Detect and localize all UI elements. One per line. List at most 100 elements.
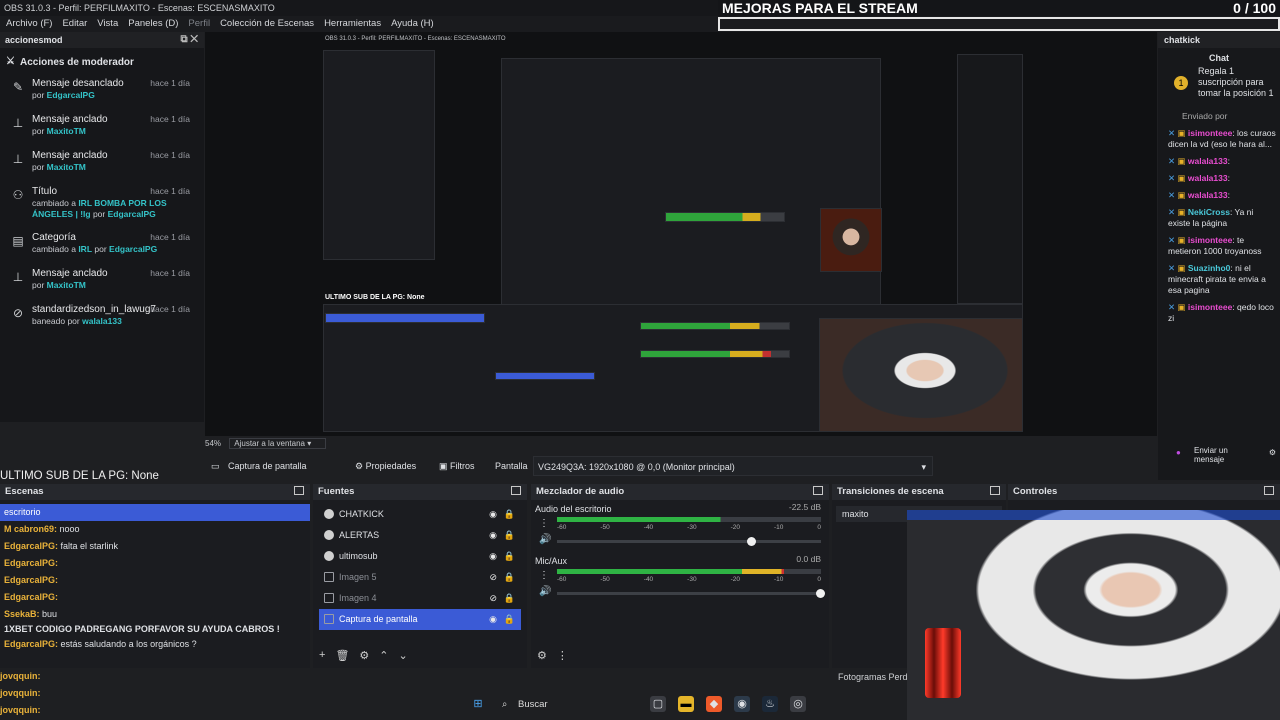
lock-icon[interactable]: 🔒: [504, 567, 515, 588]
source-item[interactable]: Imagen 4 ⊘ 🔒: [319, 588, 521, 609]
gear-icon[interactable]: ⚙: [359, 649, 369, 662]
task-view-icon[interactable]: ▢: [650, 696, 666, 712]
mod-action-user[interactable]: MaxitoTM: [47, 280, 86, 290]
stream-goal-count: 0 / 100: [1233, 0, 1276, 16]
popout-icon[interactable]: [1264, 486, 1274, 495]
scene-item[interactable]: EdgarcalPG: falta el starlink: [0, 538, 310, 555]
chat-username[interactable]: walala133: [1188, 173, 1228, 183]
move-down-icon[interactable]: ⌄: [399, 649, 408, 662]
menu-vista[interactable]: Vista: [93, 16, 124, 32]
add-icon[interactable]: +: [319, 649, 325, 662]
lock-icon[interactable]: 🔒: [504, 588, 515, 609]
chat-username[interactable]: NekiCross: [1188, 207, 1230, 217]
source-item[interactable]: ALERTAS ◉ 🔒: [319, 525, 521, 546]
gear-icon[interactable]: ⚙: [537, 649, 547, 662]
scene-item[interactable]: M cabron69: nooo: [0, 521, 310, 538]
popout-icon[interactable]: [511, 486, 521, 495]
taskbar: ⊞ ⌕ Buscar ▢ ▬ ◆ ◉ ♨ ◎: [470, 690, 830, 720]
volume-knob[interactable]: [815, 589, 825, 598]
trash-icon[interactable]: 🗑: [335, 649, 349, 662]
popout-icon[interactable]: [990, 486, 1000, 495]
obs-icon[interactable]: ◎: [790, 696, 806, 712]
mod-action-user[interactable]: EdgarcalPG: [109, 244, 157, 254]
windows-start-icon[interactable]: ⊞: [470, 696, 486, 712]
lock-icon[interactable]: 🔒: [504, 525, 515, 546]
volume-slider[interactable]: [557, 589, 825, 598]
source-name: Imagen 5: [339, 572, 377, 582]
scene-item[interactable]: EdgarcalPG:: [0, 572, 310, 589]
eye-icon[interactable]: ◉: [489, 546, 497, 567]
eye-icon[interactable]: ◉: [489, 504, 497, 525]
chrome-icon[interactable]: ◉: [734, 696, 750, 712]
chat-username[interactable]: Suazinho0: [1188, 263, 1231, 273]
lock-icon[interactable]: 🔒: [504, 609, 515, 630]
lock-icon[interactable]: 🔒: [504, 504, 515, 525]
folder-icon[interactable]: ▬: [678, 696, 694, 712]
source-item[interactable]: Captura de pantalla ◉ 🔒: [319, 609, 521, 630]
gift-banner[interactable]: 1 Regala 1 suscripción para tomar la pos…: [1158, 66, 1280, 108]
dock-buttons[interactable]: ⧉ ✕: [180, 32, 198, 48]
speaker-icon[interactable]: 🔊: [539, 534, 551, 545]
menu-ayuda[interactable]: Ayuda (H): [387, 16, 440, 32]
more-icon[interactable]: ⋮: [557, 649, 568, 662]
monitor-select[interactable]: VG249Q3A: 1920x1080 @ 0,0 (Monitor princ…: [533, 456, 933, 476]
emote-icon[interactable]: ●: [1176, 448, 1181, 457]
chat-username[interactable]: walala133: [1188, 156, 1228, 166]
scene-item[interactable]: EdgarcalPG:: [0, 589, 310, 606]
eye-icon[interactable]: ◉: [489, 609, 497, 630]
steam-icon[interactable]: ♨: [762, 696, 778, 712]
brave-icon[interactable]: ◆: [706, 696, 722, 712]
mod-action-user[interactable]: MaxitoTM: [47, 126, 86, 136]
preview-canvas[interactable]: OBS 31.0.3 - Perfil: PERFILMAXITO - Esce…: [205, 32, 1157, 436]
stream-goal-title: MEJORAS PARA EL STREAM: [722, 0, 918, 16]
pin-icon: ⊥: [12, 116, 24, 130]
users-icon: ⚇: [12, 188, 24, 202]
filters-button[interactable]: ▣ Filtros: [439, 456, 475, 476]
speaker-icon[interactable]: 🔊: [539, 586, 551, 597]
source-item[interactable]: CHATKICK ◉ 🔒: [319, 504, 521, 525]
chat-username[interactable]: walala133: [1188, 190, 1228, 200]
menu-perfil[interactable]: Perfil: [184, 16, 216, 32]
menu-paneles[interactable]: Paneles (D): [124, 16, 184, 32]
chat-input[interactable]: ● Enviar un mensaje ⚙: [1158, 446, 1280, 472]
settings-icon[interactable]: ⚙: [1269, 448, 1276, 457]
volume-knob[interactable]: [747, 537, 757, 546]
popout-icon[interactable]: [294, 486, 304, 495]
mod-action-user[interactable]: EdgarcalPG: [108, 209, 156, 219]
scene-item[interactable]: escritorio: [0, 504, 310, 521]
source-item[interactable]: Imagen 5 ⊘ 🔒: [319, 567, 521, 588]
chat-username[interactable]: isimonteee: [1188, 235, 1232, 245]
scene-item[interactable]: EdgarcalPG: estás saludando a los orgáni…: [0, 636, 310, 653]
fit-select[interactable]: Ajustar a la ventana ▾: [229, 438, 327, 449]
source-item[interactable]: ultimosub ◉ 🔒: [319, 546, 521, 567]
menu-herramientas[interactable]: Herramientas: [320, 16, 387, 32]
eye-off-icon[interactable]: ⊘: [489, 567, 497, 588]
kebab-icon[interactable]: ⋮: [539, 570, 549, 581]
viewer-list: jovqquin: jovqquin: jovqquin:: [0, 668, 41, 719]
popout-icon[interactable]: [813, 486, 823, 495]
menu-editar[interactable]: Editar: [58, 16, 93, 32]
mod-action-user[interactable]: MaxitoTM: [47, 162, 86, 172]
chat-message: ✕ ▣ isimonteee: los curaos dicen la vd (…: [1158, 125, 1280, 153]
gift-icon: 1: [1174, 76, 1188, 90]
properties-button[interactable]: ⚙ Propiedades: [355, 456, 416, 476]
move-up-icon[interactable]: ⌃: [379, 649, 388, 662]
mod-action-prefix: por: [32, 126, 47, 136]
menu-archivo[interactable]: Archivo (F): [2, 16, 58, 32]
lock-icon[interactable]: 🔒: [504, 546, 515, 567]
mod-action-user[interactable]: EdgarcalPG: [47, 90, 95, 100]
taskbar-search[interactable]: ⌕ Buscar: [496, 694, 636, 716]
eye-off-icon[interactable]: ⊘: [489, 588, 497, 609]
chat-username[interactable]: isimonteee: [1188, 128, 1232, 138]
menu-coleccion[interactable]: Colección de Escenas: [216, 16, 320, 32]
volume-slider[interactable]: [557, 537, 821, 546]
channel-db: 0.0 dB: [796, 554, 821, 564]
chat-username[interactable]: isimonteee: [1188, 302, 1232, 312]
scene-item[interactable]: EdgarcalPG:: [0, 555, 310, 572]
scene-item[interactable]: SsekaB: buu: [0, 606, 310, 623]
mod-action-user[interactable]: walala133: [82, 316, 122, 326]
eye-icon[interactable]: ◉: [489, 525, 497, 546]
scene-item[interactable]: 1XBET CODIGO PADREGANG PORFAVOR SU AYUDA…: [0, 623, 310, 636]
chat-tab[interactable]: Chat: [1158, 50, 1280, 66]
kebab-icon[interactable]: ⋮: [539, 518, 549, 529]
